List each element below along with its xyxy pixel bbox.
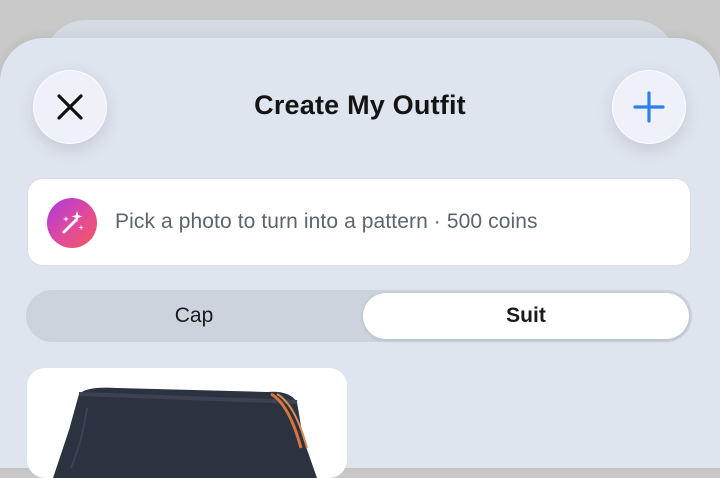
- category-segmented-control: Cap Suit: [26, 290, 692, 342]
- segment-cap[interactable]: Cap: [29, 293, 359, 339]
- magic-wand-badge: [47, 198, 97, 248]
- outfit-item-card[interactable]: [27, 368, 347, 478]
- photo-pattern-banner[interactable]: Pick a photo to turn into a pattern · 50…: [27, 178, 691, 266]
- plus-icon: [633, 91, 665, 123]
- shorts-image: [53, 387, 317, 478]
- banner-text: Pick a photo to turn into a pattern · 50…: [115, 210, 538, 233]
- segment-suit[interactable]: Suit: [363, 293, 689, 339]
- add-button[interactable]: [612, 70, 686, 144]
- magic-wand-sparkles-icon: [62, 211, 84, 234]
